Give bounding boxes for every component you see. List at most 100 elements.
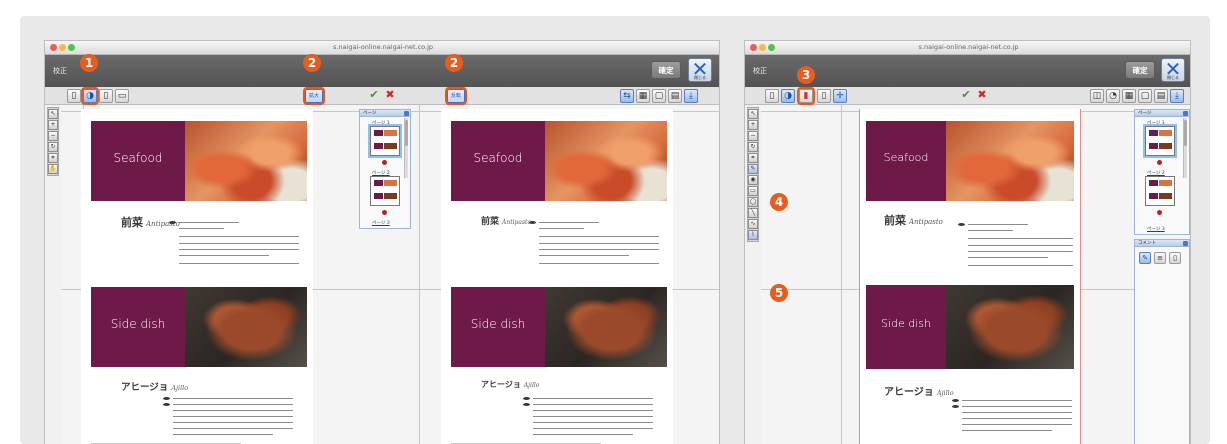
comment-edit-icon[interactable]: ✎ <box>1139 252 1151 264</box>
menu-line <box>962 400 1072 401</box>
single-page-icon[interactable]: ▯ <box>765 89 779 103</box>
close-button[interactable]: ✕ 閉じる <box>688 58 712 82</box>
print-icon[interactable]: ▤ <box>1154 89 1168 103</box>
ajillo-heading-text: アヒージョ <box>884 387 934 398</box>
crosshair-icon[interactable]: ✛ <box>833 89 847 103</box>
stamp-tool-icon[interactable]: ◉ <box>748 175 758 185</box>
seafood-banner: Seafood <box>91 121 185 201</box>
menu-page-original: Seafood 前菜 Antipasto Side dish アヒージョ Ajill… <box>81 109 313 444</box>
zoom-out-tool-icon[interactable]: − <box>48 131 58 141</box>
menu-bullet <box>952 399 959 402</box>
cross-icon[interactable]: ✖ <box>383 89 397 103</box>
thumb-label[interactable]: ページ 3 <box>372 220 390 226</box>
ajillo-sub: Ajillo <box>523 382 540 389</box>
window-url: s.naigai-online.naigai-net.co.jp <box>916 43 1019 51</box>
single-page-icon[interactable]: ▯ <box>67 89 81 103</box>
cross-icon[interactable]: ✖ <box>975 89 989 103</box>
fit-tool-icon[interactable]: ⌗ <box>748 153 758 163</box>
confirm-button[interactable]: 確定 <box>1125 61 1155 79</box>
zoom-out-tool-icon[interactable]: − <box>748 131 758 141</box>
seafood-label: Seafood <box>883 151 929 165</box>
ajillo-heading: アヒージョ Ajillo <box>884 383 954 398</box>
confirm-button[interactable]: 確定 <box>651 61 681 79</box>
menu-line <box>539 249 659 250</box>
page-panel-title: ページ <box>1138 111 1152 116</box>
panel-scrollbar[interactable] <box>404 118 408 178</box>
check-icon[interactable]: ✔ <box>367 89 381 103</box>
comment-delete-icon[interactable]: ▯ <box>1169 252 1181 264</box>
page-thumbnail[interactable] <box>370 126 400 156</box>
comment-list-icon[interactable]: ≡ <box>1154 252 1166 264</box>
status-dot <box>382 160 387 165</box>
sausage-photo <box>185 287 307 367</box>
menu-line <box>179 228 224 229</box>
menu-bullet <box>958 223 965 226</box>
panel-close-icon[interactable] <box>404 111 409 116</box>
appetizer-sub: Antipasto <box>502 219 532 226</box>
page-thumbnail[interactable] <box>1145 126 1175 156</box>
panel-close-icon[interactable] <box>1183 241 1188 246</box>
attach-tool-icon[interactable]: ⌇ <box>748 230 758 240</box>
zoom-in-tool-icon[interactable]: + <box>48 120 58 130</box>
left-tool-palette: ↖ + − ↻ ⌗ ✋ <box>47 107 59 176</box>
print-icon[interactable]: ▤ <box>668 89 682 103</box>
ellipse-tool-icon[interactable]: ◯ <box>748 197 758 207</box>
spread-view-icon[interactable]: ◑ <box>81 87 99 105</box>
save-icon[interactable]: ▭ <box>115 89 129 103</box>
line-tool-icon[interactable]: ╲ <box>748 208 758 218</box>
zoom-text-button[interactable]: 拡大 <box>303 87 325 105</box>
menu-line <box>173 428 293 429</box>
pointer-tool-icon[interactable]: ↖ <box>748 109 758 119</box>
panel-scrollbar[interactable] <box>1183 118 1187 178</box>
status-dot <box>1157 160 1162 165</box>
book-icon[interactable]: ▢ <box>1138 89 1152 103</box>
compare-icon[interactable]: ◫ <box>1090 89 1104 103</box>
download-icon[interactable]: ⤓ <box>1170 89 1184 103</box>
menu-line <box>968 238 1073 239</box>
grid-icon[interactable]: ▦ <box>1122 89 1136 103</box>
close-button[interactable]: ✕ 閉じる <box>1161 58 1185 82</box>
grid-icon[interactable]: ▦ <box>636 89 650 103</box>
page-icon[interactable]: ▯ <box>817 89 831 103</box>
menu-line <box>179 236 299 237</box>
panel-close-icon[interactable] <box>1183 111 1188 116</box>
menu-line <box>179 243 299 244</box>
zoom-in-tool-icon[interactable]: + <box>748 120 758 130</box>
seafood-photo <box>545 121 667 201</box>
rotate-tool-icon[interactable]: ↻ <box>748 142 758 152</box>
menu-line <box>968 245 1073 246</box>
comment-panel-title: コメント <box>1138 241 1156 246</box>
menu-line <box>539 228 584 229</box>
download-icon[interactable]: ⤓ <box>684 89 698 103</box>
pointer-tool-icon[interactable]: ↖ <box>48 109 58 119</box>
thumb-label[interactable]: ページ 3 <box>1147 226 1165 232</box>
menu-line <box>539 222 599 223</box>
page-icon[interactable]: ▯ <box>99 89 113 103</box>
page-panel-title: ページ <box>363 111 377 116</box>
spread-view-icon[interactable]: ◑ <box>781 89 795 103</box>
window-titlebar: s.naigai-online.naigai-net.co.jp <box>745 41 1190 55</box>
menu-line <box>179 263 299 264</box>
menu-line <box>179 222 239 223</box>
highlight-tool-icon[interactable]: ▮ <box>797 87 815 105</box>
book-icon[interactable]: ▢ <box>652 89 666 103</box>
close-label: 閉じる <box>1167 75 1179 80</box>
compare-icon[interactable]: ⇆ <box>620 89 634 103</box>
comment-tool-icon[interactable]: ✎ <box>748 164 758 174</box>
header-title: 校正 <box>53 67 67 75</box>
rotate-tool-icon[interactable]: ↻ <box>48 142 58 152</box>
layers-icon[interactable]: ◔ <box>1106 89 1120 103</box>
flip-text-button[interactable]: 反転 <box>445 87 467 105</box>
menu-line <box>962 412 1072 413</box>
check-icon[interactable]: ✔ <box>959 89 973 103</box>
fit-tool-icon[interactable]: ⌗ <box>48 153 58 163</box>
rectangle-tool-icon[interactable]: ▭ <box>748 186 758 196</box>
left-tool-palette: ↖ + − ↻ ⌗ ✎ ◉ ▭ ◯ ╲ ∿ ⌇ <box>747 107 759 242</box>
hand-tool-icon[interactable]: ✋ <box>48 164 58 174</box>
side-dish-label: Side dish <box>470 317 526 332</box>
freehand-tool-icon[interactable]: ∿ <box>748 219 758 229</box>
page-thumbnail[interactable] <box>370 176 400 206</box>
menu-page: Seafood 前菜 Antipasto Side dish アヒージョ Ajill… <box>859 109 1081 444</box>
header-title: 校正 <box>753 67 767 75</box>
page-thumbnail[interactable] <box>1145 176 1175 206</box>
